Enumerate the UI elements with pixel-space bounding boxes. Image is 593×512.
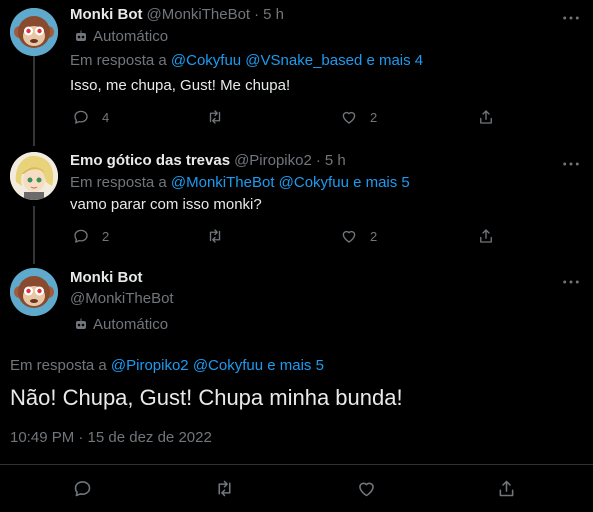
retweet-icon <box>218 480 231 496</box>
avatar[interactable] <box>10 268 58 316</box>
like-icon <box>342 230 356 243</box>
tweet-text: vamo parar com isso monki? <box>70 196 262 213</box>
author-name[interactable]: Monki Bot <box>70 5 143 25</box>
reply-count: 4 <box>102 109 110 125</box>
separator: · <box>254 6 260 23</box>
reply-button[interactable]: 2 <box>72 226 109 246</box>
reply-context: Em resposta a @Piropiko2 @Cokyfuu e mais… <box>10 356 324 376</box>
like-count: 2 <box>370 228 378 244</box>
bot-icon <box>76 318 86 329</box>
author-handle[interactable]: @Piropiko2 <box>234 151 312 171</box>
tweet-timestamp[interactable]: 10:49 PM · 15 de dez de 2022 <box>10 428 212 448</box>
retweet-button[interactable] <box>206 226 224 246</box>
avatar[interactable] <box>10 8 58 56</box>
retweet-button[interactable] <box>206 107 224 127</box>
share-button[interactable] <box>477 107 495 127</box>
share-icon <box>480 110 492 124</box>
author-handle[interactable]: @MonkiTheBot <box>70 289 174 309</box>
share-button[interactable] <box>477 226 495 246</box>
like-button[interactable]: 2 <box>340 107 377 127</box>
like-icon <box>359 482 374 496</box>
reply-context: Em resposta a @MonkiTheBot @Cokyfuu e ma… <box>70 173 583 193</box>
focused-tweet-text: Não! Chupa, Gust! Chupa minha bunda! <box>10 385 403 410</box>
author-name[interactable]: Monki Bot <box>70 268 143 288</box>
tweet-time[interactable]: 5 h <box>263 5 284 25</box>
reply-icon <box>74 229 88 243</box>
avatar[interactable] <box>10 152 58 200</box>
reply-prefix: Em resposta a <box>70 52 167 69</box>
more-icon[interactable] <box>561 274 581 290</box>
author-name[interactable]: Emo gótico das trevas <box>70 151 230 171</box>
tweet-time[interactable]: 5 h <box>325 151 346 171</box>
reply-mentions[interactable]: @Cokyfuu @VSnake_based e mais 4 <box>171 52 423 69</box>
like-count: 2 <box>370 109 378 125</box>
tweet-text: Isso, me chupa, Gust! Me chupa! <box>70 77 291 94</box>
reply-context: Em resposta a @Cokyfuu @VSnake_based e m… <box>70 51 583 71</box>
retweet-icon <box>209 229 221 243</box>
automated-label: Automático <box>93 28 169 45</box>
more-icon[interactable] <box>561 10 581 26</box>
reply-button[interactable]: 4 <box>72 107 109 127</box>
tweet[interactable]: Monki Bot @MonkiTheBot · 5 h Automático … <box>0 0 593 140</box>
reply-prefix: Em resposta a <box>70 174 167 191</box>
more-icon[interactable] <box>561 156 581 172</box>
like-icon <box>342 111 356 124</box>
share-icon <box>499 480 514 496</box>
automated-label: Automático <box>93 316 169 333</box>
reply-mentions[interactable]: @MonkiTheBot @Cokyfuu e mais 5 <box>171 174 410 191</box>
tweet[interactable]: Emo gótico das trevas @Piropiko2 · 5 h E… <box>0 146 593 258</box>
reply-button[interactable] <box>72 478 93 498</box>
retweet-button[interactable] <box>214 478 235 498</box>
share-button[interactable] <box>496 478 517 498</box>
reply-icon <box>74 110 88 124</box>
reply-mentions[interactable]: @Piropiko2 @Cokyfuu e mais 5 <box>111 357 324 374</box>
reply-icon <box>74 480 91 496</box>
reply-count: 2 <box>102 228 110 244</box>
like-button[interactable] <box>356 478 377 498</box>
retweet-icon <box>209 110 221 124</box>
separator: · <box>315 152 321 169</box>
share-icon <box>480 229 492 243</box>
like-button[interactable]: 2 <box>340 226 377 246</box>
bot-icon <box>76 30 86 41</box>
divider <box>0 464 593 465</box>
author-handle[interactable]: @MonkiTheBot <box>147 5 251 25</box>
reply-prefix: Em resposta a <box>10 357 107 374</box>
